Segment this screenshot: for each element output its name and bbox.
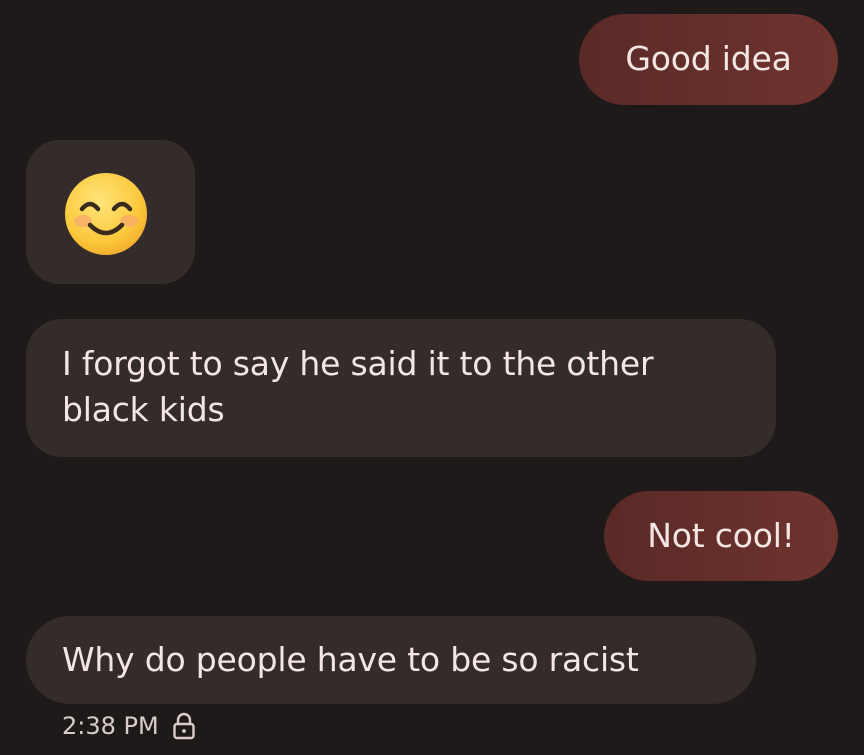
message-timestamp-row: 2:38 PM	[62, 707, 197, 745]
message-text: Why do people have to be so racist	[62, 640, 639, 679]
received-message-bubble[interactable]: I forgot to say he said it to the other …	[26, 319, 776, 457]
lock-icon	[173, 712, 195, 740]
message-text: Not cool!	[647, 516, 795, 555]
message-text: I forgot to say he said it to the other …	[62, 344, 654, 429]
sent-message-bubble[interactable]: Good idea	[579, 14, 838, 105]
message-timestamp: 2:38 PM	[62, 712, 159, 740]
message-text: Good idea	[625, 39, 792, 78]
received-emoji-bubble[interactable]	[26, 140, 195, 284]
sent-message-bubble[interactable]: Not cool!	[604, 491, 838, 581]
received-message-bubble[interactable]: Why do people have to be so racist	[26, 616, 756, 704]
smiling-face-emoji-icon	[65, 173, 147, 255]
